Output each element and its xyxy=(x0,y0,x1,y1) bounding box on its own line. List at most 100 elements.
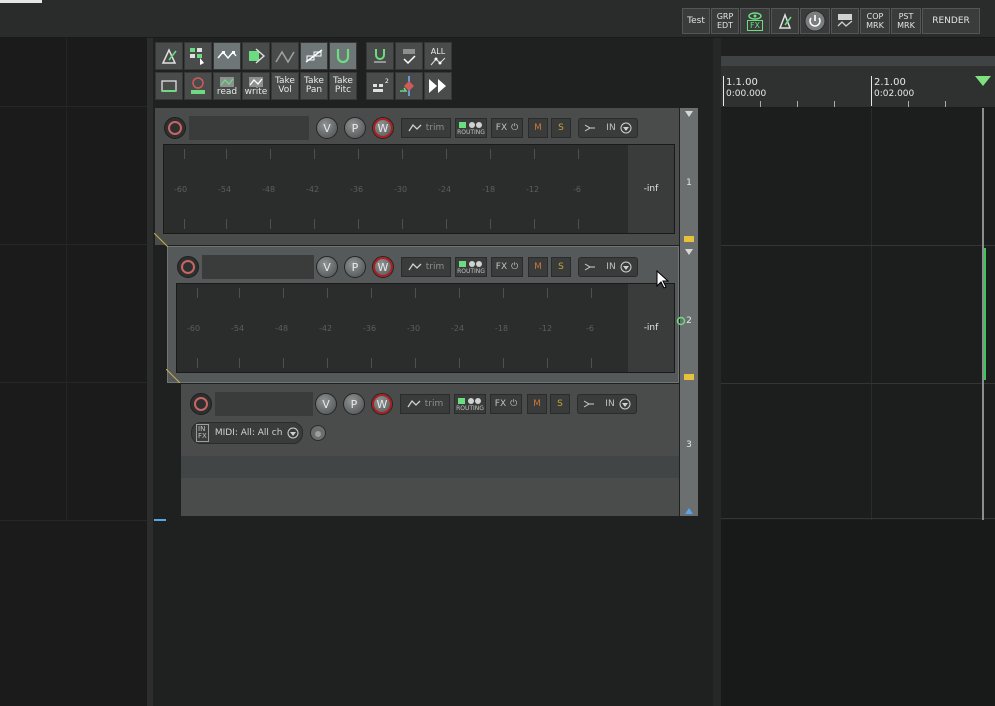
input-monitor-button[interactable]: IN xyxy=(577,394,637,414)
meter-scale-label: -6 xyxy=(586,324,594,333)
width-knob[interactable]: W xyxy=(371,393,393,415)
routing-button[interactable]: ROUTING xyxy=(455,257,487,277)
mute-button[interactable]: M xyxy=(528,118,548,138)
automation-mode-button[interactable]: trim xyxy=(401,118,451,138)
arrange-divider[interactable] xyxy=(713,38,721,706)
routing-button[interactable]: ROUTING xyxy=(454,394,486,414)
routing-button[interactable]: ROUTING xyxy=(455,118,487,138)
mute-label: M xyxy=(534,123,542,133)
pan-knob[interactable]: P xyxy=(343,393,365,415)
mute-button[interactable]: M xyxy=(527,394,547,414)
test-button[interactable]: Test xyxy=(682,8,710,34)
pan-knob[interactable]: P xyxy=(344,117,366,139)
copy-marker-button[interactable]: COP MRK xyxy=(860,8,890,34)
ruler-region-lane[interactable] xyxy=(721,56,995,66)
track-name-field[interactable] xyxy=(202,255,314,279)
solo-button[interactable]: S xyxy=(550,394,570,414)
fx-button[interactable]: FX ⏻ xyxy=(490,394,522,414)
meter-scale-label: -18 xyxy=(482,185,496,194)
volume-knob[interactable]: V xyxy=(316,117,338,139)
metronome-tool[interactable] xyxy=(155,42,183,70)
track-number: 3 xyxy=(686,440,692,450)
all-envelopes-tool[interactable]: ALL xyxy=(424,42,452,70)
envelope-points-icon xyxy=(217,50,237,60)
fx-visibility-button[interactable]: FX xyxy=(740,8,770,34)
volume-knob[interactable]: V xyxy=(316,256,338,278)
peak-readout[interactable]: -inf xyxy=(628,145,674,233)
snap-spacing-tool[interactable] xyxy=(366,42,394,70)
peak-readout[interactable]: -inf xyxy=(628,284,674,372)
write-envelope-tool[interactable]: write xyxy=(242,72,270,100)
fx-button[interactable]: FX ⏻ xyxy=(491,118,523,138)
mixer-tool[interactable]: 2 xyxy=(366,72,394,100)
render-button[interactable]: RENDER xyxy=(922,8,980,34)
automation-mode-button[interactable]: trim xyxy=(401,257,451,277)
folder-icon[interactable] xyxy=(684,372,694,380)
pan-knob[interactable]: P xyxy=(344,256,366,278)
snap-tool[interactable] xyxy=(329,42,357,70)
play-forward-tool[interactable] xyxy=(424,72,452,100)
fx-button[interactable]: FX ⏻ xyxy=(491,257,523,277)
marker-insert-tool[interactable] xyxy=(395,72,423,100)
metronome-button[interactable] xyxy=(771,8,799,34)
record-arm-button[interactable] xyxy=(177,256,199,278)
automation-mode-label: trim xyxy=(424,399,444,409)
fx-envelope-button[interactable] xyxy=(831,8,859,34)
power-icon: ⏻ xyxy=(511,123,519,133)
automation-check-tool[interactable] xyxy=(395,42,423,70)
grid-line xyxy=(0,520,147,521)
track-number: 1 xyxy=(686,178,692,188)
power-button[interactable] xyxy=(800,8,830,34)
input-monitor-button[interactable]: IN xyxy=(578,257,638,277)
record-arm-tool[interactable] xyxy=(184,72,212,100)
midi-input-selector[interactable]: IN FX MIDI: All: All ch xyxy=(191,422,303,444)
grid-select-tool[interactable] xyxy=(184,42,212,70)
input-monitor-button[interactable]: IN xyxy=(578,118,638,138)
read-icon xyxy=(220,76,234,87)
meter-tick xyxy=(415,288,416,298)
automation-mode-button[interactable]: trim xyxy=(400,394,450,414)
width-knob[interactable]: W xyxy=(372,256,394,278)
playhead-marker-icon[interactable] xyxy=(975,76,991,88)
track-meter[interactable]: -60 -54 -48 -42 -36 -30 -24 -18 -12 -6 -… xyxy=(163,144,675,234)
chevron-down-icon[interactable] xyxy=(684,248,694,256)
grid-line xyxy=(0,106,147,107)
track-panel[interactable]: V P W trim ROUTING FX ⏻ M S IN -60 -54 -… xyxy=(155,108,679,245)
folder-icon[interactable] xyxy=(684,234,694,242)
track-meter[interactable]: -60 -54 -48 -42 -36 -30 -24 -18 -12 -6 -… xyxy=(176,283,675,373)
record-arm-button[interactable] xyxy=(164,117,186,139)
track-name-field[interactable] xyxy=(215,392,313,416)
paste-marker-button[interactable]: PST MRK xyxy=(891,8,921,34)
solo-button[interactable]: S xyxy=(551,118,571,138)
envelope-points-tool[interactable] xyxy=(213,42,241,70)
check-envelope-icon xyxy=(403,49,416,65)
magnet-icon xyxy=(336,49,350,64)
timeline-ruler[interactable]: 1.1.00 0:00.000 2.1.00 0:02.000 xyxy=(721,56,995,108)
track-panel[interactable]: V P W trim ROUTING FX ⏻ M S IN IN FX MIDI… xyxy=(181,384,679,516)
metronome-icon xyxy=(161,48,177,64)
input-label: IN xyxy=(605,399,615,409)
take-pan-tool[interactable]: Take Pan xyxy=(300,72,328,100)
project-folder-tool[interactable] xyxy=(155,72,183,100)
item-grouping-tool[interactable] xyxy=(242,42,270,70)
ripple-edit-tool[interactable] xyxy=(271,42,299,70)
ruler-major-tick xyxy=(871,76,872,106)
track-panel-selected[interactable]: V P W trim ROUTING FX ⏻ M S IN -60 -54 -… xyxy=(167,246,679,383)
arrange-view[interactable] xyxy=(721,108,995,706)
mute-button[interactable]: M xyxy=(528,257,548,277)
volume-knob[interactable]: V xyxy=(315,393,337,415)
record-arm-button[interactable] xyxy=(190,393,212,415)
meter-tick xyxy=(446,219,447,229)
link-tool[interactable] xyxy=(300,42,328,70)
take-pitch-tool[interactable]: Take Pitc xyxy=(329,72,357,100)
midi-settings-button[interactable] xyxy=(310,425,326,441)
meter-scale-label: -60 xyxy=(174,185,188,194)
power-icon xyxy=(804,10,826,32)
width-knob[interactable]: W xyxy=(372,117,394,139)
solo-button[interactable]: S xyxy=(551,257,571,277)
group-edit-button[interactable]: GRP EDT xyxy=(711,8,739,34)
take-volume-tool[interactable]: Take Vol xyxy=(271,72,299,100)
track-name-field[interactable] xyxy=(189,116,309,140)
chevron-down-icon[interactable] xyxy=(684,110,694,118)
read-envelope-tool[interactable]: read xyxy=(213,72,241,100)
